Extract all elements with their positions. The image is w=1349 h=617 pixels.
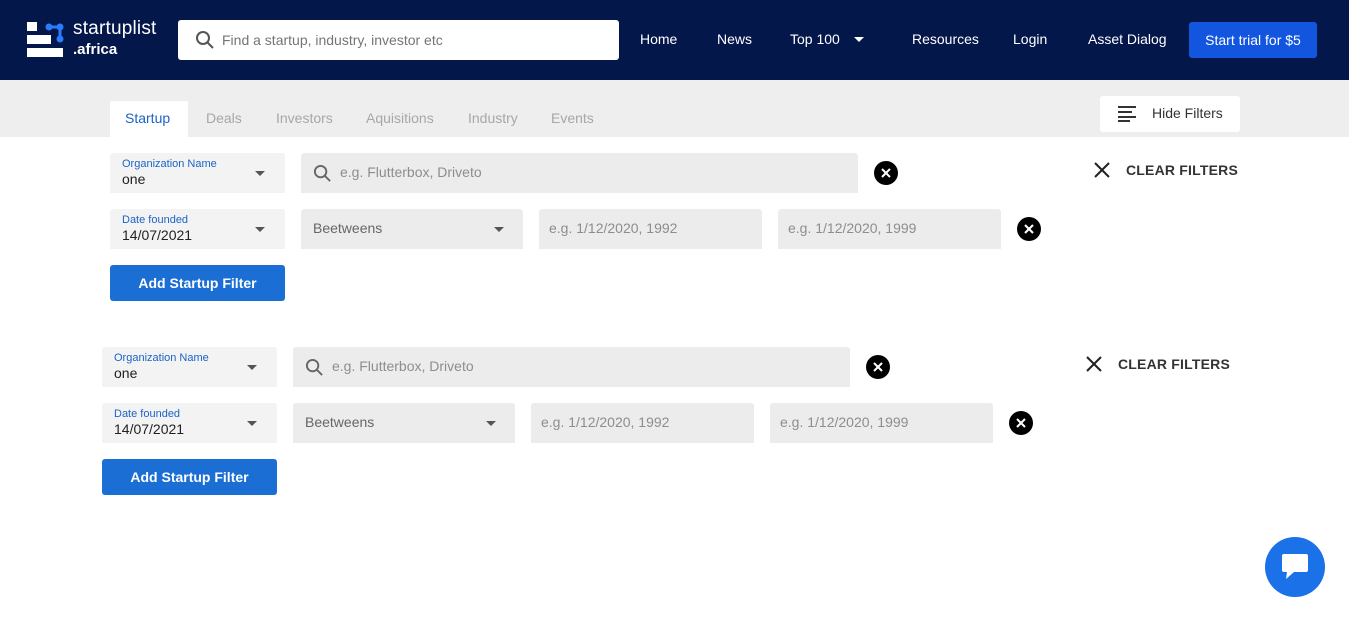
hide-filters-icon <box>1118 106 1136 122</box>
field-value: one <box>114 365 138 381</box>
top-navbar: startuplist .africa Home News Top 100 Re… <box>0 0 1349 80</box>
close-circle-icon <box>1024 224 1034 234</box>
tab-industry[interactable]: Industry <box>468 110 518 126</box>
field-label: Date founded <box>114 408 181 420</box>
field-value: 14/07/2021 <box>114 421 185 437</box>
close-circle-icon <box>881 168 891 178</box>
organization-search-input[interactable]: e.g. Flutterbox, Driveto <box>301 153 858 193</box>
organization-field-select[interactable]: Organization Name one <box>102 347 277 387</box>
nav-top100[interactable]: Top 100 <box>790 31 840 47</box>
nav-resources[interactable]: Resources <box>912 31 979 47</box>
nav-home[interactable]: Home <box>640 31 677 47</box>
close-icon <box>1086 356 1102 372</box>
remove-filter-button[interactable] <box>1009 411 1033 435</box>
operator-value: Beetweens <box>313 220 383 236</box>
date-field-select[interactable]: Date founded 14/07/2021 <box>102 403 277 443</box>
date-from-input[interactable]: e.g. 1/12/2020, 1992 <box>531 403 754 443</box>
clear-filters-label: CLEAR FILTERS <box>1126 162 1239 178</box>
brand-name: startuplist <box>73 18 157 39</box>
caret-down-icon <box>247 365 257 370</box>
caret-down-icon <box>494 227 504 232</box>
caret-down-icon <box>255 227 265 232</box>
remove-filter-button[interactable] <box>866 355 890 379</box>
caret-down-icon <box>247 421 257 426</box>
caret-down-icon <box>255 171 265 176</box>
input-placeholder: e.g. Flutterbox, Driveto <box>332 358 474 374</box>
input-placeholder: e.g. 1/12/2020, 1992 <box>549 220 678 236</box>
close-icon <box>1094 162 1110 178</box>
operator-select[interactable]: Beetweens <box>301 209 523 249</box>
clear-filters-button[interactable]: CLEAR FILTERS <box>1086 354 1246 374</box>
search-icon <box>313 164 331 182</box>
operator-select[interactable]: Beetweens <box>293 403 515 443</box>
start-trial-button[interactable]: Start trial for $5 <box>1189 22 1317 58</box>
field-label: Organization Name <box>114 352 209 364</box>
brand-suffix: .africa <box>73 41 118 58</box>
search-icon <box>305 358 323 376</box>
tab-events[interactable]: Events <box>551 110 594 126</box>
date-from-input[interactable]: e.g. 1/12/2020, 1992 <box>539 209 762 249</box>
tab-startup[interactable]: Startup <box>110 101 188 137</box>
search-icon <box>196 31 214 49</box>
add-startup-filter-button[interactable]: Add Startup Filter <box>110 265 285 301</box>
nav-asset-dialog[interactable]: Asset Dialog <box>1088 31 1167 47</box>
caret-down-icon <box>486 421 496 426</box>
remove-filter-button[interactable] <box>874 161 898 185</box>
input-placeholder: e.g. 1/12/2020, 1999 <box>788 220 917 236</box>
remove-filter-button[interactable] <box>1017 217 1041 241</box>
filter-group: Organization Name one e.g. Flutterbox, D… <box>102 347 1282 507</box>
nav-news[interactable]: News <box>717 31 752 47</box>
field-value: 14/07/2021 <box>122 227 193 243</box>
tab-aquisitions[interactable]: Aquisitions <box>366 110 434 126</box>
nav-login[interactable]: Login <box>1013 31 1047 47</box>
date-field-select[interactable]: Date founded 14/07/2021 <box>110 209 285 249</box>
logo-mark-icon <box>27 22 64 57</box>
category-tabs: Startup Deals Investors Aquisitions Indu… <box>0 80 1349 137</box>
hide-filters-button[interactable]: Hide Filters <box>1100 96 1240 132</box>
tab-deals[interactable]: Deals <box>206 110 242 126</box>
tab-label: Startup <box>125 110 171 126</box>
field-label: Date founded <box>122 214 189 226</box>
caret-down-icon[interactable] <box>854 37 864 42</box>
search-input[interactable] <box>222 20 602 60</box>
hide-filters-label: Hide Filters <box>1152 105 1223 121</box>
organization-field-select[interactable]: Organization Name one <box>110 153 285 193</box>
close-circle-icon <box>873 362 883 372</box>
global-search[interactable] <box>178 20 619 60</box>
organization-search-input[interactable]: e.g. Flutterbox, Driveto <box>293 347 850 387</box>
clear-filters-label: CLEAR FILTERS <box>1118 356 1231 372</box>
filter-group: Organization Name one e.g. Flutterbox, D… <box>110 153 1290 313</box>
brand-logo[interactable]: startuplist .africa <box>27 18 167 61</box>
operator-value: Beetweens <box>305 414 375 430</box>
input-placeholder: e.g. Flutterbox, Driveto <box>340 164 482 180</box>
date-to-input[interactable]: e.g. 1/12/2020, 1999 <box>778 209 1001 249</box>
tab-investors[interactable]: Investors <box>276 110 333 126</box>
chat-icon <box>1282 554 1308 579</box>
chat-launcher-button[interactable] <box>1265 537 1325 597</box>
close-circle-icon <box>1016 418 1026 428</box>
field-value: one <box>122 171 146 187</box>
input-placeholder: e.g. 1/12/2020, 1992 <box>541 414 670 430</box>
input-placeholder: e.g. 1/12/2020, 1999 <box>780 414 909 430</box>
field-label: Organization Name <box>122 158 217 170</box>
date-to-input[interactable]: e.g. 1/12/2020, 1999 <box>770 403 993 443</box>
clear-filters-button[interactable]: CLEAR FILTERS <box>1094 160 1254 180</box>
add-startup-filter-button[interactable]: Add Startup Filter <box>102 459 277 495</box>
